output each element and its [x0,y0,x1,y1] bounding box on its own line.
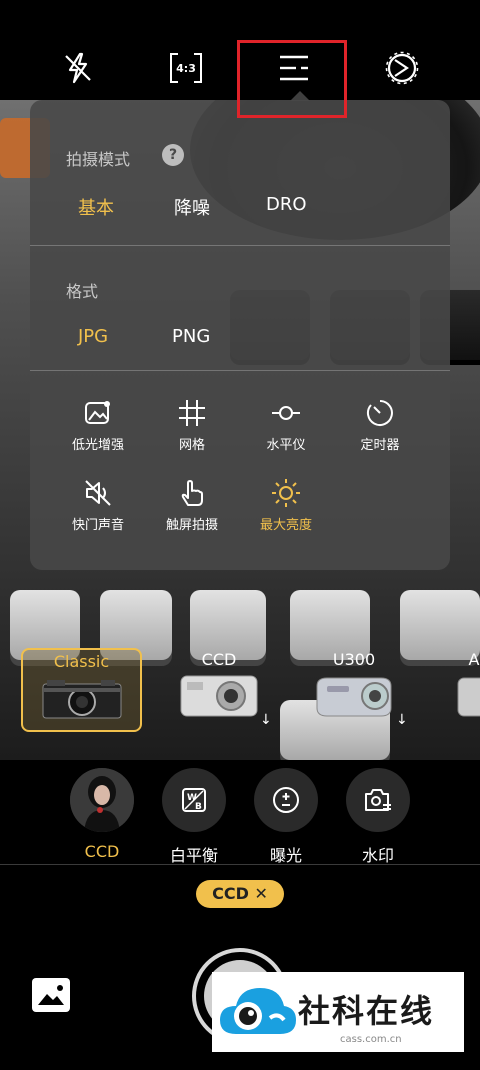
brightness-icon [272,479,300,507]
aspect-ratio-icon: 4:3 [170,53,202,83]
timer-icon [366,400,393,426]
camera-icon [457,677,480,717]
settings-icon [385,51,419,85]
watermark-label: 水印 [361,846,394,865]
format-png[interactable]: PNG [172,326,210,347]
shoot-mode-title: 拍摄模式 [66,150,131,169]
download-arrow-icon[interactable]: ↓ [260,712,272,728]
white-balance-label: 白平衡 [169,846,218,865]
svg-text:B: B [195,802,202,812]
aspect-ratio-label: 4:3 [176,61,196,75]
filter-a[interactable]: A [454,648,480,722]
grid-icon [179,400,205,426]
watermark-url: cass.com.cn [340,1034,402,1045]
divider [30,370,450,371]
filter-label: A [468,650,480,669]
ccd-style-button[interactable]: CCD [62,768,142,861]
exposure-button[interactable]: 曝光 [246,768,326,866]
tool-label: 触屏拍摄 [165,518,218,533]
watermark-text: 社科在线 [298,992,435,1030]
flash-off-button[interactable] [48,38,108,98]
exposure-label: 曝光 [269,846,302,865]
filter-classic[interactable]: Classic [21,648,142,732]
ccd-camera-icon [180,675,258,717]
highlight-box [237,40,347,118]
format-title: 格式 [66,282,99,301]
tool-label: 快门声音 [71,518,124,533]
exposure-icon [273,787,299,813]
tool-touch-shoot[interactable]: 触屏拍摄 [150,478,234,533]
watermark-logo: 社科在线 cass.com.cn [212,972,464,1052]
white-balance-icon: W B [182,788,206,812]
filter-u300[interactable]: U300 [312,648,396,722]
classic-camera-icon [42,680,121,719]
tool-timer[interactable]: 定时器 [338,398,422,453]
low-light-icon [85,401,110,424]
gallery-icon [38,985,64,1005]
level-icon [272,406,300,420]
mode-dro[interactable]: DRO [266,194,307,215]
tool-grid[interactable]: 网格 [150,398,234,453]
white-balance-button[interactable]: W B 白平衡 [154,768,234,866]
download-arrow-icon[interactable]: ↓ [396,712,408,728]
watermark-camera-icon [365,789,391,811]
help-icon[interactable]: ? [162,144,184,166]
format-jpg[interactable]: JPG [78,326,108,347]
divider [30,245,450,246]
portrait-thumbnail [70,768,134,832]
mode-denoise[interactable]: 降噪 [174,194,210,220]
tool-label: 水平仪 [266,438,306,453]
tool-level[interactable]: 水平仪 [244,398,328,453]
u300-camera-icon [316,677,392,717]
mode-basic[interactable]: 基本 [78,194,114,220]
tool-max-brightness[interactable]: 最大亮度 [244,478,328,533]
divider [0,864,480,865]
gallery-button[interactable] [32,978,70,1012]
settings-button[interactable] [372,38,432,98]
cloud-logo-icon [220,988,296,1034]
tool-label: 网格 [178,438,205,453]
touch-shoot-icon [181,480,203,506]
aspect-ratio-button[interactable]: 4:3 [156,38,216,98]
tool-label: 最大亮度 [259,518,312,533]
ccd-label: CCD [84,842,120,861]
watermark-button[interactable]: 水印 [338,768,418,866]
filter-label: U300 [332,650,376,669]
tool-label: 定时器 [360,438,400,453]
shutter-sound-off-icon [85,480,111,506]
tool-low-light[interactable]: 低光增强 [56,398,140,453]
flash-off-icon [65,52,91,84]
ccd-filter-chip[interactable]: CCD ✕ [196,880,284,908]
filter-ccd[interactable]: CCD [178,648,260,722]
tool-shutter-sound[interactable]: 快门声音 [56,478,140,533]
settings-panel: 拍摄模式 ? 基本 降噪 DRO 格式 JPG PNG 低光增强 网格 水平仪 [30,100,450,570]
filter-label: Classic [53,652,110,671]
tool-label: 低光增强 [71,438,124,453]
filter-label: CCD [201,650,237,669]
